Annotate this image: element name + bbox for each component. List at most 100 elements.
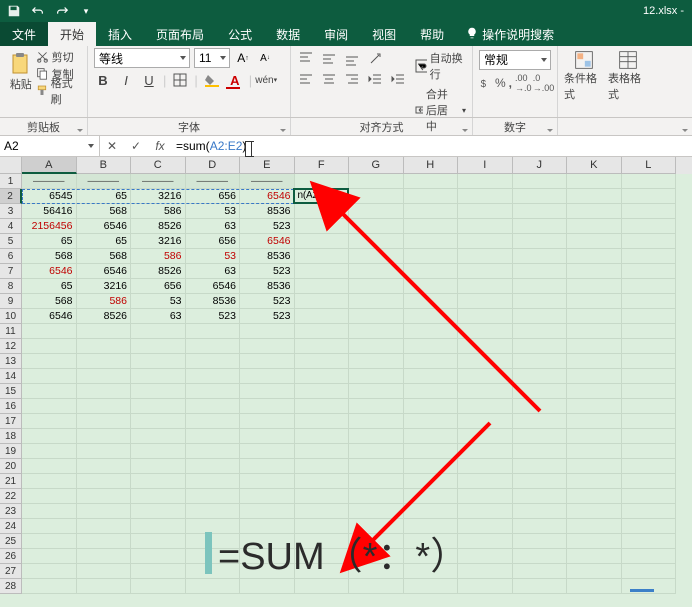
cell[interactable] [22,324,77,339]
cell[interactable] [567,579,622,594]
cell[interactable] [22,459,77,474]
cell[interactable] [295,444,350,459]
cell[interactable] [240,414,295,429]
cell[interactable]: 523 [240,309,295,324]
cell[interactable] [131,489,186,504]
cell[interactable] [513,534,568,549]
cell[interactable] [567,294,622,309]
cell[interactable] [622,264,677,279]
row-header[interactable]: 17 [0,414,22,429]
wrap-text-button[interactable]: 自动换行 [415,50,466,82]
cell[interactable] [567,519,622,534]
cell[interactable] [567,354,622,369]
row-header[interactable]: 1 [0,174,22,189]
col-header[interactable]: L [622,157,677,174]
redo-icon[interactable] [51,1,73,21]
cell[interactable] [240,429,295,444]
cell[interactable] [513,519,568,534]
row-header[interactable]: 25 [0,534,22,549]
cell[interactable] [77,369,132,384]
row-header[interactable]: 23 [0,504,22,519]
cell[interactable] [513,489,568,504]
cell[interactable] [186,384,241,399]
cell[interactable] [77,504,132,519]
cell[interactable] [77,414,132,429]
qat-more-icon[interactable]: ▾ [75,1,97,21]
cell[interactable] [240,399,295,414]
col-header[interactable]: I [458,157,513,174]
cell[interactable] [186,414,241,429]
cell[interactable]: 6545 [22,189,77,204]
cell[interactable]: 53 [131,294,186,309]
cell[interactable]: 586 [131,204,186,219]
border-button[interactable] [171,71,189,89]
cell[interactable] [513,549,568,564]
currency-icon[interactable]: $ [479,74,492,92]
cell[interactable] [622,519,677,534]
cell[interactable]: 656 [186,189,241,204]
cell[interactable] [22,474,77,489]
cell[interactable] [131,519,186,534]
cell[interactable]: ——— [240,174,295,189]
cell[interactable]: 586 [131,249,186,264]
cell[interactable]: 568 [22,249,77,264]
row-header[interactable]: 21 [0,474,22,489]
cell[interactable] [622,474,677,489]
cell[interactable] [22,579,77,594]
cell[interactable] [567,504,622,519]
cell[interactable] [295,504,350,519]
col-header[interactable]: K [567,157,622,174]
cell[interactable] [567,459,622,474]
cell[interactable] [22,429,77,444]
cell[interactable] [567,279,622,294]
cell[interactable] [22,519,77,534]
cell[interactable] [77,324,132,339]
cell[interactable] [622,399,677,414]
cell[interactable] [513,504,568,519]
cell[interactable] [22,384,77,399]
cell[interactable]: 65 [77,189,132,204]
cell[interactable] [295,459,350,474]
cell[interactable] [240,459,295,474]
formula-bar[interactable]: =sum(A2:E2) [172,139,692,153]
cell[interactable] [22,534,77,549]
row-header[interactable]: 5 [0,234,22,249]
row-header[interactable]: 8 [0,279,22,294]
col-header[interactable]: C [131,157,186,174]
cell[interactable] [295,489,350,504]
cell[interactable] [131,504,186,519]
cell[interactable] [622,204,677,219]
cell[interactable]: 568 [77,249,132,264]
cell[interactable] [240,504,295,519]
tell-me[interactable]: 操作说明搜索 [456,22,564,46]
cell[interactable] [567,219,622,234]
cell[interactable] [567,399,622,414]
format-painter-button[interactable]: 格式刷 [36,82,81,99]
cell[interactable] [22,414,77,429]
cell[interactable] [77,339,132,354]
row-header[interactable]: 27 [0,564,22,579]
cell[interactable] [77,384,132,399]
cell[interactable] [131,414,186,429]
cell[interactable] [567,204,622,219]
cell[interactable] [295,474,350,489]
cell[interactable] [186,474,241,489]
cell[interactable]: 3216 [131,189,186,204]
cell[interactable] [622,369,677,384]
cell[interactable]: 65 [22,279,77,294]
tab-help[interactable]: 帮助 [408,22,456,46]
cell[interactable] [567,234,622,249]
cell[interactable] [131,444,186,459]
tab-review[interactable]: 审阅 [312,22,360,46]
cell[interactable] [77,459,132,474]
row-header[interactable]: 18 [0,429,22,444]
cell[interactable]: 8536 [240,279,295,294]
increase-decimal-icon[interactable]: .00→.0 [515,74,532,92]
cell[interactable] [186,579,241,594]
cell[interactable] [622,549,677,564]
cell[interactable] [22,564,77,579]
cell[interactable]: 568 [22,294,77,309]
increase-font-icon[interactable]: A↑ [234,49,252,67]
decrease-indent-icon[interactable] [366,71,384,89]
row-header[interactable]: 4 [0,219,22,234]
